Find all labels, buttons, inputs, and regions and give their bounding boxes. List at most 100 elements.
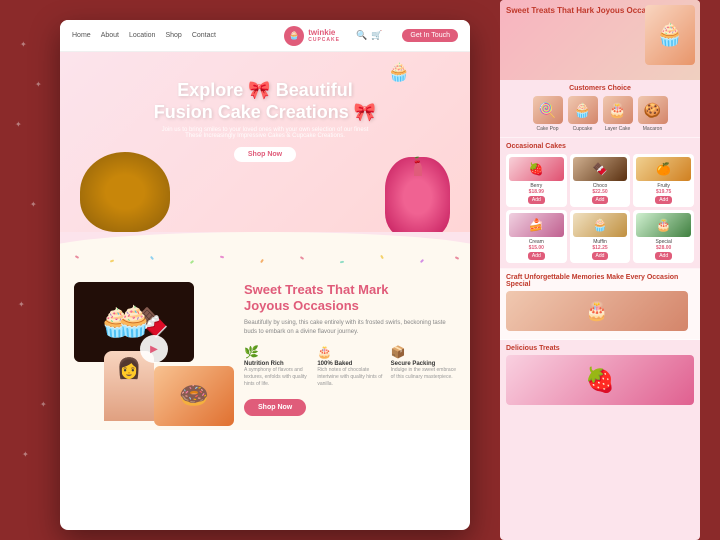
- rp-item-img-0: 🍭: [533, 96, 563, 124]
- occ-add-0[interactable]: Add: [528, 196, 545, 204]
- rp-item-name-0: Cake Pop: [532, 126, 564, 132]
- rp-item-img-3: 🍪: [638, 96, 668, 124]
- rp-item-0: 🍭 Cake Pop: [532, 96, 564, 132]
- right-panel-inner: Sweet Treats That Hark Joyous Occasions …: [500, 0, 700, 540]
- craft-title: Craft Unforgettable Memories Make Every …: [506, 274, 694, 288]
- sprinkle: [260, 259, 264, 263]
- content-section: 🧁🍫 ▶ Sweet Treats That Mark Joyous Occas…: [60, 268, 470, 430]
- occ-price-2: $19.75: [636, 189, 691, 195]
- muffins-image: 🧁🍫: [74, 282, 194, 362]
- logo-icon: 🧁: [284, 26, 304, 46]
- occ-item-1: 🍫 Choco $22.50 Add: [570, 154, 631, 207]
- search-icon[interactable]: 🔍: [356, 30, 367, 41]
- nav-shop[interactable]: Shop: [165, 32, 181, 39]
- rp-item-name-2: Layer Cake: [602, 126, 634, 132]
- hero-shop-button[interactable]: Shop Now: [234, 147, 296, 162]
- brand-logo: 🧁 twinkie CUPCAKE: [284, 26, 340, 46]
- packing-icon: 📦: [391, 345, 456, 359]
- occ-img-2: 🍊: [636, 157, 691, 181]
- rp-hero-emoji: 🧁: [656, 22, 683, 48]
- sprinkle: [75, 255, 79, 259]
- hero-section: 🧁 Explore 🎀 Beautiful Fusion Cake Creati…: [60, 52, 470, 232]
- occ-add-3[interactable]: Add: [528, 252, 545, 260]
- hero-title-line1: Explore 🎀 Beautiful: [177, 80, 352, 100]
- packing-desc: Indulge in the sweet embrace of this cul…: [391, 367, 456, 381]
- craft-section: Craft Unforgettable Memories Make Every …: [500, 269, 700, 340]
- feature-baked: 🎂 100% Baked Rich notes of chocolate int…: [317, 345, 382, 388]
- rp-item-img-2: 🎂: [603, 96, 633, 124]
- customers-items-row: 🍭 Cake Pop 🧁 Cupcake 🎂 Layer Cake 🍪 Maca…: [506, 96, 694, 132]
- nutrition-icon: 🌿: [244, 345, 309, 359]
- nav-about[interactable]: About: [101, 32, 119, 39]
- donut-image: [154, 366, 234, 426]
- logo-sub: CUPCAKE: [308, 37, 340, 43]
- hero-title-line2: Fusion Cake Creations 🎀: [154, 102, 376, 122]
- person-image: [104, 351, 154, 421]
- star-decoration: ✦: [18, 300, 25, 309]
- occasional-grid: 🍓 Berry $18.99 Add 🍫 Choco $22.50 Add 🍊 …: [506, 154, 694, 263]
- shop-now-button[interactable]: Shop Now: [244, 399, 306, 416]
- occ-price-0: $18.99: [509, 189, 564, 195]
- main-mockup: Home About Location Shop Contact 🧁 twink…: [60, 20, 470, 530]
- occ-add-1[interactable]: Add: [592, 196, 609, 204]
- nav-location[interactable]: Location: [129, 32, 155, 39]
- hero-cupcake-image: 🍒: [385, 157, 450, 232]
- star-decoration: ✦: [15, 120, 22, 129]
- logo-name: twinkie: [308, 28, 340, 37]
- rp-hero: Sweet Treats That Hark Joyous Occasions …: [500, 0, 700, 80]
- rp-item-name-3: Macaron: [637, 126, 669, 132]
- craft-content: 🎂: [506, 291, 694, 334]
- occ-item-0: 🍓 Berry $18.99 Add: [506, 154, 567, 207]
- star-decoration: ✦: [30, 200, 37, 209]
- content-images: 🧁🍫 ▶: [74, 282, 234, 416]
- hero-title: Explore 🎀 Beautiful Fusion Cake Creation…: [80, 80, 450, 123]
- hero-subtitle: Join us to bring smiles to your loved on…: [80, 127, 450, 139]
- craft-image: 🎂: [506, 291, 688, 331]
- occ-img-0: 🍓: [509, 157, 564, 181]
- occ-item-2: 🍊 Fruity $19.75 Add: [633, 154, 694, 207]
- delicious-title: Delicious Treats: [506, 345, 694, 352]
- occ-add-2[interactable]: Add: [655, 196, 672, 204]
- cart-icon[interactable]: 🛒: [371, 30, 382, 41]
- navbar: Home About Location Shop Contact 🧁 twink…: [60, 20, 470, 52]
- delicious-image: 🍓: [506, 355, 694, 405]
- baked-desc: Rich notes of chocolate intertwine with …: [317, 367, 382, 388]
- sprinkle: [380, 255, 384, 259]
- rp-item-3: 🍪 Macaron: [637, 96, 669, 132]
- star-decoration: ✦: [35, 80, 42, 89]
- play-button[interactable]: ▶: [140, 335, 168, 363]
- nav-action-icons: 🔍 🛒: [356, 30, 382, 41]
- occasional-title: Occasional Cakes: [506, 143, 694, 150]
- occ-img-4: 🧁: [573, 213, 628, 237]
- feature-packing: 📦 Secure Packing Indulge in the sweet em…: [391, 345, 456, 388]
- sprinkle: [110, 259, 114, 262]
- nav-links: Home About Location Shop Contact: [72, 32, 216, 39]
- get-in-touch-button[interactable]: Get In Touch: [402, 29, 458, 42]
- sprinkle: [420, 259, 424, 263]
- nav-contact[interactable]: Contact: [192, 32, 216, 39]
- nav-home[interactable]: Home: [72, 32, 91, 39]
- hero-cupcake-icon: 🧁: [388, 62, 410, 83]
- craft-emoji: 🎂: [586, 301, 608, 322]
- sprinkle: [220, 256, 224, 259]
- occ-price-1: $22.50: [573, 189, 628, 195]
- baked-icon: 🎂: [317, 345, 382, 359]
- customers-choice-title: Customers Choice: [506, 85, 694, 92]
- nutrition-desc: A symphony of flavors and textures, enfo…: [244, 367, 309, 388]
- features-row: 🌿 Nutrition Rich A symphony of flavors a…: [244, 345, 456, 388]
- content-grid: 🧁🍫 ▶ Sweet Treats That Mark Joyous Occas…: [74, 282, 456, 416]
- rp-item-img-1: 🧁: [568, 96, 598, 124]
- sprinkle: [455, 256, 459, 260]
- rp-hero-image: 🧁: [645, 5, 695, 65]
- content-description: Beautifully by using, this cake entirely…: [244, 319, 456, 337]
- occ-add-5[interactable]: Add: [655, 252, 672, 260]
- delicious-emoji: 🍓: [585, 366, 615, 395]
- star-decoration: ✦: [40, 400, 47, 409]
- occ-add-4[interactable]: Add: [592, 252, 609, 260]
- occ-price-5: $28.00: [636, 245, 691, 251]
- star-decoration: ✦: [22, 450, 29, 459]
- rp-item-name-1: Cupcake: [567, 126, 599, 132]
- hero-cake-image: [80, 152, 170, 232]
- occ-price-3: $15.00: [509, 245, 564, 251]
- right-panel: Sweet Treats That Hark Joyous Occasions …: [500, 0, 700, 540]
